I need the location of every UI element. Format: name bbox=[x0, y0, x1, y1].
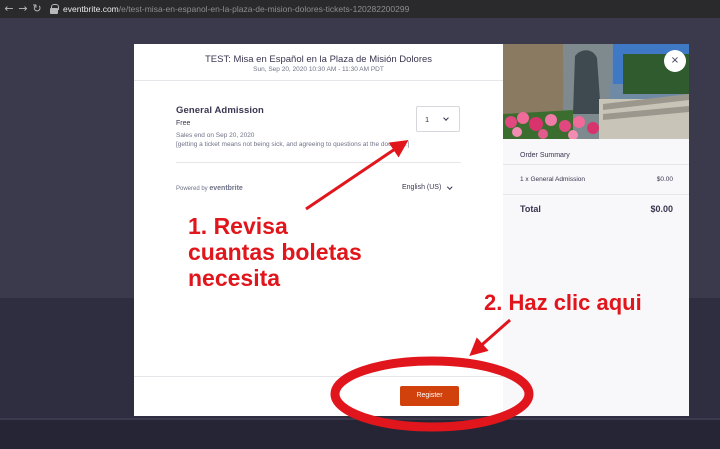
quantity-value: 1 bbox=[425, 114, 430, 124]
event-photo-image bbox=[503, 44, 689, 139]
order-summary-panel: × Order Summary 1 x General Admission $0… bbox=[503, 44, 689, 416]
order-item-price: $0.00 bbox=[656, 176, 673, 183]
total-divider bbox=[503, 194, 689, 195]
event-photo bbox=[503, 44, 689, 139]
chevron-down-icon bbox=[443, 115, 449, 121]
ticket-description: [getting a ticket means not being sick, … bbox=[176, 141, 410, 148]
footer-divider bbox=[134, 376, 503, 377]
url-domain: eventbrite.com bbox=[63, 4, 119, 14]
reload-icon[interactable]: ↻ bbox=[30, 0, 44, 18]
register-button[interactable]: Register bbox=[400, 386, 459, 406]
language-select[interactable]: English (US) bbox=[402, 184, 453, 191]
url-text: eventbrite.com/e/test-misa-en-espanol-en… bbox=[63, 4, 409, 14]
ticket-sales-end: Sales end on Sep 20, 2020 bbox=[176, 132, 255, 139]
order-total-row: Total $0.00 bbox=[520, 204, 673, 214]
modal-header: TEST: Misa en Español en la Plaza de Mis… bbox=[134, 44, 503, 81]
close-icon: × bbox=[670, 55, 680, 66]
powered-by-label: Powered by bbox=[176, 186, 208, 192]
browser-toolbar: ← → ↻ eventbrite.com/e/test-misa-en-espa… bbox=[0, 0, 720, 18]
event-title: TEST: Misa en Español en la Plaza de Mis… bbox=[204, 54, 433, 65]
eventbrite-logo: eventbrite bbox=[209, 185, 243, 192]
order-summary-title: Order Summary bbox=[520, 152, 570, 159]
event-datetime: Sun, Sep 20, 2020 10:30 AM - 11:30 AM PD… bbox=[253, 66, 384, 73]
order-item-label: 1 x General Admission bbox=[520, 176, 586, 183]
annotation-step-1-line-3: necesita bbox=[188, 265, 281, 291]
order-total-label: Total bbox=[520, 204, 541, 214]
annotation-step-1-line-2: cuantas boletas bbox=[188, 239, 362, 265]
url-path: /e/test-misa-en-espanol-en-la-plaza-de-m… bbox=[118, 4, 410, 14]
language-value: English (US) bbox=[402, 184, 442, 191]
powered-by[interactable]: Powered by eventbrite bbox=[176, 185, 243, 192]
background-page-footer bbox=[0, 420, 720, 449]
arrow-left-icon[interactable]: ← bbox=[2, 0, 16, 18]
annotation-step-2: 2. Haz clic aqui bbox=[484, 290, 642, 315]
address-bar[interactable]: eventbrite.com/e/test-misa-en-espanol-en… bbox=[50, 2, 409, 16]
annotation-step-1-line-1: 1. Revisa bbox=[188, 213, 288, 239]
quantity-select[interactable]: 1 bbox=[416, 106, 460, 132]
close-button[interactable]: × bbox=[664, 50, 686, 72]
arrow-right-icon[interactable]: → bbox=[16, 0, 30, 18]
summary-divider bbox=[503, 164, 689, 165]
order-item-row: 1 x General Admission $0.00 bbox=[520, 176, 673, 183]
order-total-value: $0.00 bbox=[650, 204, 673, 214]
chevron-down-icon bbox=[447, 184, 453, 190]
annotation-step-1: 1. Revisa cuantas boletas necesita bbox=[188, 213, 418, 291]
divider bbox=[176, 162, 461, 163]
lock-icon bbox=[50, 4, 59, 14]
